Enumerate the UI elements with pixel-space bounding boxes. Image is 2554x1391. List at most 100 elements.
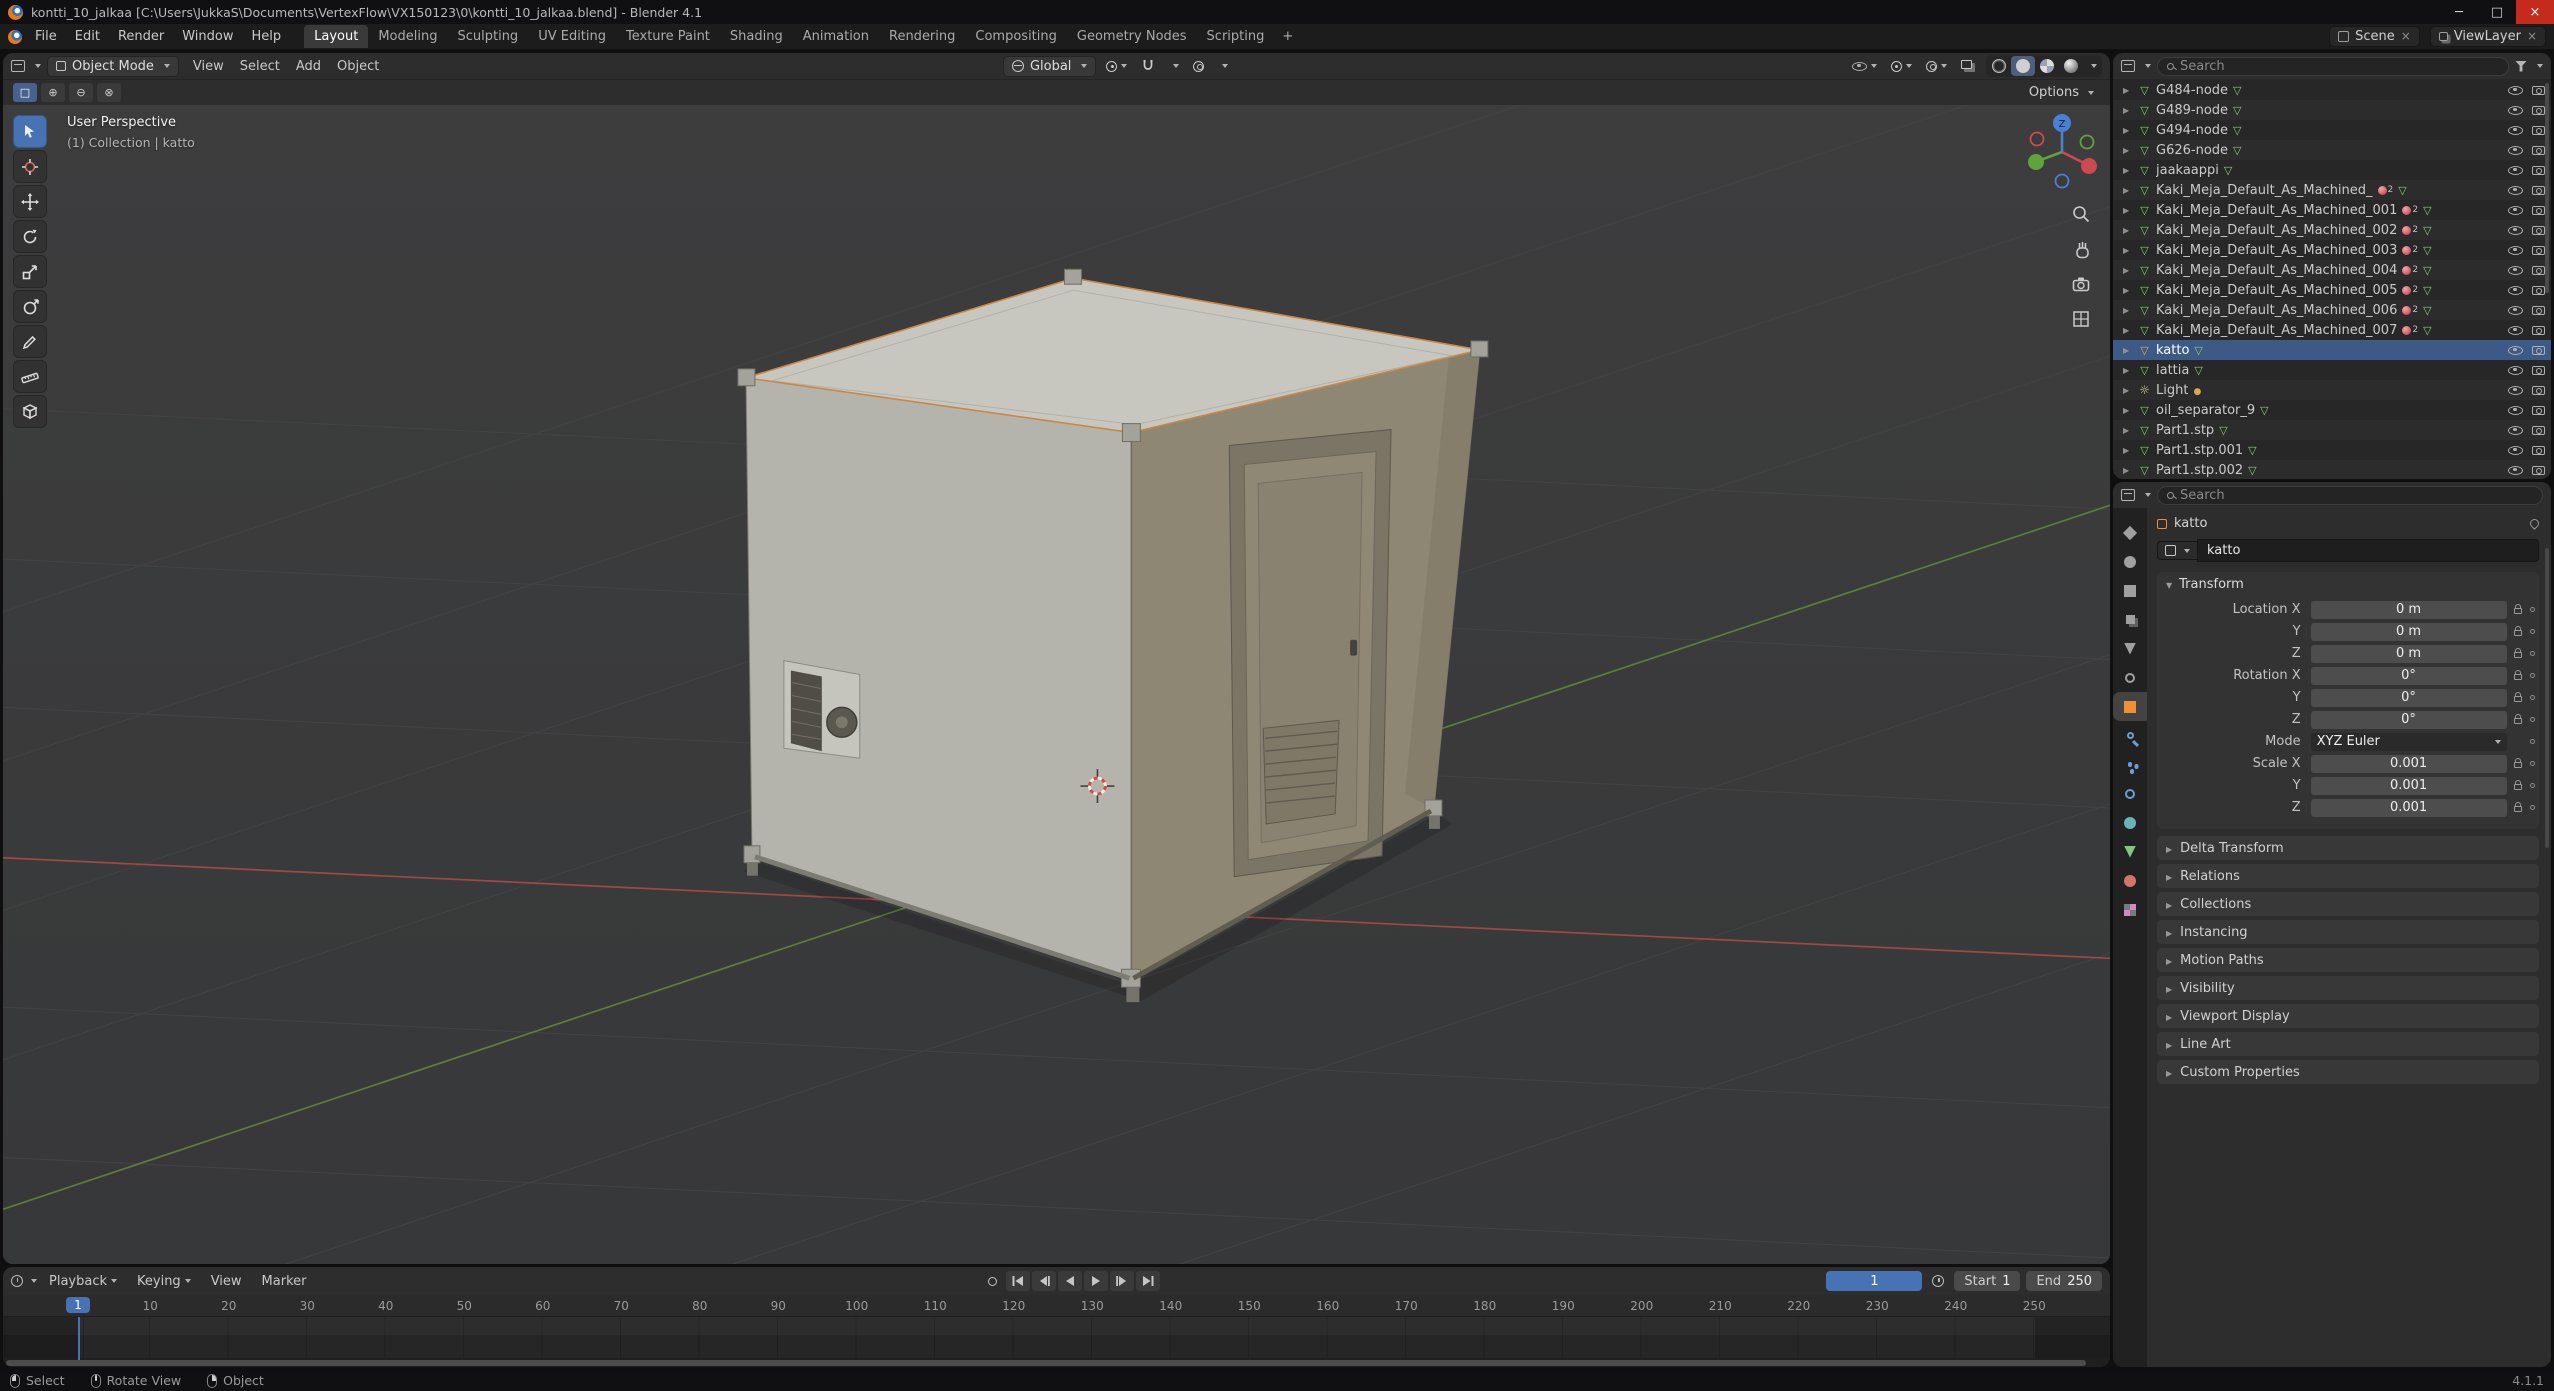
blender-menu-icon[interactable] [8,30,22,44]
collapsed-section-header[interactable]: Instancing [2157,920,2539,944]
timeline-menu-item[interactable]: Marker [254,1271,315,1292]
workspace-tab[interactable]: Sculpting [447,25,528,48]
lock-icon[interactable] [2514,674,2522,680]
disclosure-triangle-icon[interactable] [2123,366,2133,375]
number-field[interactable]: 0.001 [2311,777,2507,795]
gizmo-y-axis[interactable] [2028,154,2044,170]
collapsed-section-header[interactable]: Collections [2157,892,2539,916]
outliner-item[interactable]: oil_separator_9 2 [2113,400,2551,420]
auto-keying-toggle[interactable] [980,1271,1004,1291]
animate-dot-icon[interactable] [2530,673,2536,679]
tool-measure-button[interactable] [13,360,47,393]
workspace-tab[interactable]: Scripting [1197,25,1275,48]
disable-in-renders-toggle[interactable] [2532,86,2545,95]
number-field[interactable]: 0 m [2311,601,2507,619]
select-mode-extend-button[interactable] [41,83,65,102]
disclosure-triangle-icon[interactable] [2123,206,2133,215]
select-mode-intersect-button[interactable] [97,83,121,102]
outliner-item-label[interactable]: Light [2156,383,2188,398]
gizmos-dropdown[interactable] [1887,59,1916,74]
outliner-item[interactable]: G494-node 2 [2113,120,2551,140]
topbar-menu-item[interactable]: Edit [66,26,109,47]
outliner-item-label[interactable]: Kaki_Meja_Default_As_Machined_006 [2156,303,2397,318]
topbar-menu-item[interactable]: Render [109,26,173,47]
disable-in-renders-toggle[interactable] [2532,406,2545,415]
outliner-item-label[interactable]: G484-node [2156,83,2228,98]
object-types-visibility-dropdown[interactable] [1848,60,1881,73]
disclosure-triangle-icon[interactable] [2123,86,2133,95]
disable-in-renders-toggle[interactable] [2532,346,2545,355]
lock-icon[interactable] [2514,696,2522,702]
hide-in-viewport-toggle[interactable] [2508,466,2523,475]
pin-icon[interactable] [2528,517,2541,530]
outliner-item-label[interactable]: Kaki_Meja_Default_As_Machined_001 [2156,203,2397,218]
disclosure-triangle-icon[interactable] [2123,346,2133,355]
properties-search-input[interactable] [2180,488,2533,503]
timeline-menu-item[interactable]: Playback [41,1271,125,1292]
hide-in-viewport-toggle[interactable] [2508,246,2523,255]
properties-search[interactable] [2157,486,2543,505]
hide-in-viewport-toggle[interactable] [2508,86,2523,95]
play-button[interactable] [1084,1271,1108,1291]
workspace-tab[interactable]: Texture Paint [616,25,720,48]
overlays-dropdown[interactable] [1922,59,1951,74]
outliner-item[interactable]: Kaki_Meja_Default_As_Machined_004 2 [2113,260,2551,280]
collapsed-section-header[interactable]: Motion Paths [2157,948,2539,972]
properties-tab[interactable] [2113,663,2147,692]
properties-tab[interactable] [2113,779,2147,808]
disable-in-renders-toggle[interactable] [2532,306,2545,315]
gizmo-x-axis[interactable] [2081,158,2097,174]
outliner-item-label[interactable]: G489-node [2156,103,2228,118]
proportional-settings-dropdown[interactable] [1214,62,1232,70]
hide-in-viewport-toggle[interactable] [2508,206,2523,215]
disable-in-renders-toggle[interactable] [2532,166,2545,175]
outliner-item[interactable]: Part1.stp.002 2 [2113,460,2551,479]
properties-editor-type-icon[interactable] [2121,489,2135,501]
number-field[interactable]: 0.001 [2311,799,2507,817]
view-layer-selector[interactable]: ViewLayer [2430,26,2546,47]
hide-in-viewport-toggle[interactable] [2508,106,2523,115]
disclosure-triangle-icon[interactable] [2123,106,2133,115]
hide-in-viewport-toggle[interactable] [2508,166,2523,175]
outliner-item[interactable]: katto 2 [2113,340,2551,360]
viewport-menu-item[interactable]: Object [329,56,387,77]
xray-toggle[interactable] [1957,58,1980,74]
gizmo-y-negative[interactable] [2081,136,2094,149]
properties-tab[interactable] [2113,547,2147,576]
outliner-item[interactable]: jaakaappi 2 [2113,160,2551,180]
hide-in-viewport-toggle[interactable] [2508,426,2523,435]
close-button[interactable]: × [2516,0,2554,24]
collapsed-section-header[interactable]: Viewport Display [2157,1004,2539,1028]
hide-in-viewport-toggle[interactable] [2508,266,2523,275]
mode-dropdown[interactable]: Object Mode [47,56,179,77]
outliner-item[interactable]: G626-node 2 [2113,140,2551,160]
tool-add-cube-button[interactable] [13,395,47,428]
properties-scrollbar[interactable] [2545,548,2549,848]
workspace-tab[interactable]: Rendering [879,25,965,48]
outliner-item-label[interactable]: Kaki_Meja_Default_As_Machined_007 [2156,323,2397,338]
zoom-button[interactable] [2068,201,2094,227]
add-workspace-button[interactable]: + [1274,27,1301,46]
properties-tab[interactable] [2113,605,2147,634]
viewport-scene[interactable] [3,105,2110,1264]
outliner-item-label[interactable]: G494-node [2156,123,2228,138]
animate-dot-icon[interactable] [2530,739,2536,745]
lock-icon[interactable] [2514,762,2522,768]
disable-in-renders-toggle[interactable] [2532,146,2545,155]
disable-in-renders-toggle[interactable] [2532,286,2545,295]
timeline-tracks[interactable] [3,1317,2110,1358]
workspace-tab[interactable]: Geometry Nodes [1067,25,1197,48]
outliner-item-label[interactable]: Part1.stp.001 [2156,443,2243,458]
lock-icon[interactable] [2514,608,2522,614]
camera-view-button[interactable] [2068,271,2094,297]
disable-in-renders-toggle[interactable] [2532,326,2545,335]
tool-scale-button[interactable] [13,255,47,288]
outliner-item-label[interactable]: Kaki_Meja_Default_As_Machined_005 [2156,283,2397,298]
tool-move-button[interactable] [13,185,47,218]
hide-in-viewport-toggle[interactable] [2508,146,2523,155]
select-mode-set-button[interactable] [13,83,37,102]
properties-tab[interactable] [2113,750,2147,779]
outliner-item[interactable]: Light 2 [2113,380,2551,400]
pivot-point-dropdown[interactable] [1102,59,1131,74]
number-field[interactable]: 0 m [2311,623,2507,641]
